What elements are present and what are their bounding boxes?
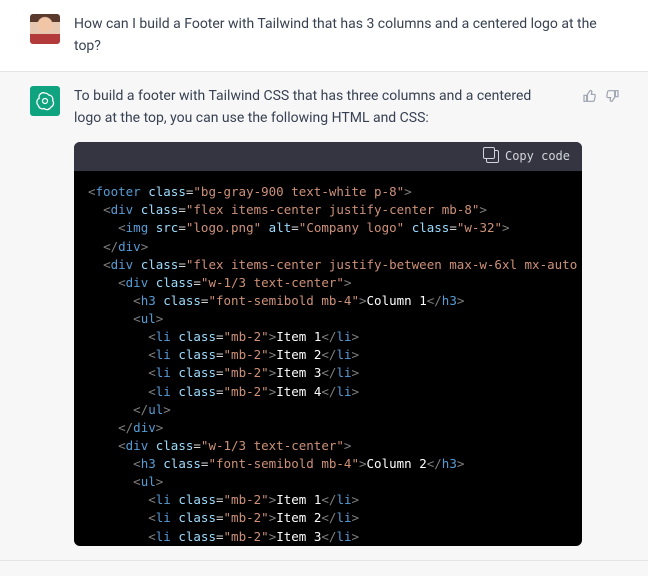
feedback-actions xyxy=(582,88,620,104)
clipboard-icon[interactable] xyxy=(486,150,499,163)
code-body: <footer class="bg-gray-900 text-white p-… xyxy=(74,171,582,546)
thumbs-down-icon[interactable] xyxy=(604,88,620,104)
assistant-avatar xyxy=(30,86,60,116)
code-toolbar: Copy code xyxy=(74,142,582,171)
assistant-message-row: To build a footer with Tailwind CSS that… xyxy=(0,72,648,560)
assistant-content: To build a footer with Tailwind CSS that… xyxy=(74,86,618,545)
user-avatar xyxy=(30,14,60,44)
thumbs-up-icon[interactable] xyxy=(582,88,598,104)
user-message-text: How can I build a Footer with Tailwind t… xyxy=(74,14,618,57)
user-message-row: How can I build a Footer with Tailwind t… xyxy=(0,0,648,72)
openai-icon xyxy=(35,91,55,111)
assistant-intro-text: To build a footer with Tailwind CSS that… xyxy=(74,86,618,129)
code-block: Copy code <footer class="bg-gray-900 tex… xyxy=(74,142,582,546)
copy-code-button[interactable]: Copy code xyxy=(505,148,570,165)
